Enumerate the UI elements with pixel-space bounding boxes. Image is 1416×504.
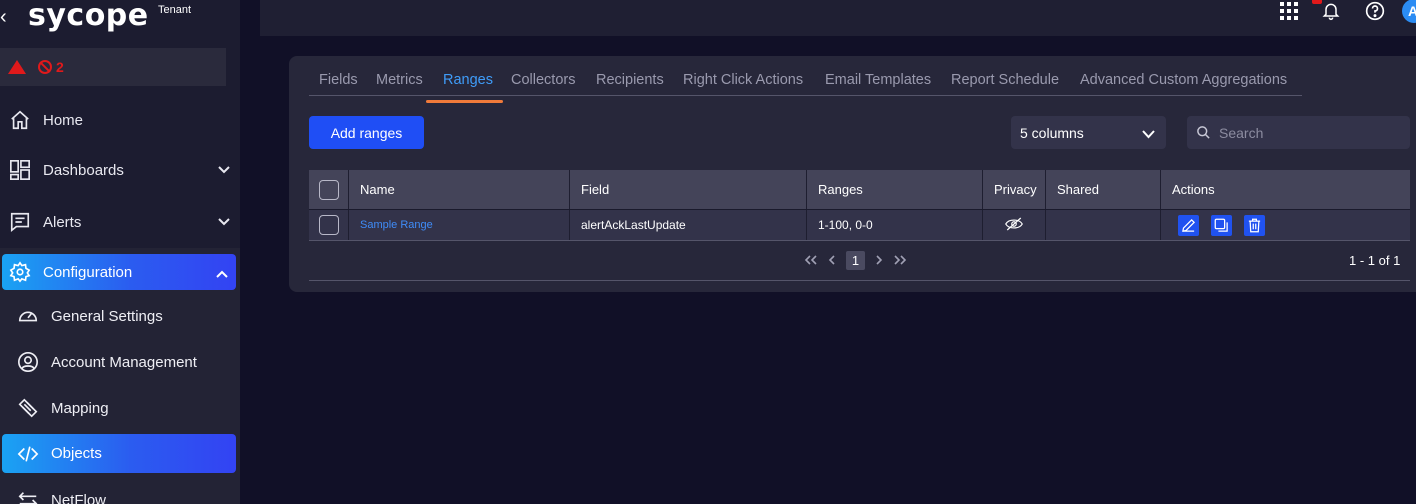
- arrows-swap-icon: [16, 488, 40, 504]
- table-divider: [309, 240, 1410, 241]
- gear-icon: [8, 260, 32, 284]
- sidebar-header: ‹ sycope Tenant: [0, 0, 240, 40]
- column-header-name[interactable]: Name: [349, 170, 570, 209]
- blocked-icon: [38, 60, 52, 74]
- collapse-chevron-icon[interactable]: ‹: [0, 6, 7, 29]
- pencil-icon: [1181, 218, 1196, 233]
- select-all-checkbox[interactable]: [319, 179, 339, 200]
- tab-advanced-custom-aggregations[interactable]: Advanced Custom Aggregations: [1080, 72, 1287, 88]
- sidebar-item-label: Configuration: [43, 263, 133, 281]
- top-bar: [260, 0, 1416, 36]
- tab-collectors[interactable]: Collectors: [511, 72, 575, 88]
- user-circle-icon: [16, 350, 40, 374]
- row-checkbox[interactable]: [319, 215, 339, 235]
- prev-page-icon[interactable]: [828, 253, 836, 268]
- column-header-privacy[interactable]: Privacy: [983, 170, 1046, 209]
- chevron-down-icon: [218, 161, 230, 178]
- row-shared-cell: [1046, 210, 1161, 240]
- tenant-label: Tenant: [158, 4, 192, 16]
- help-icon[interactable]: [1364, 0, 1386, 22]
- message-alert-icon: [8, 210, 32, 234]
- warning-icon: [8, 60, 26, 74]
- sidebar-item-label: Dashboards: [43, 161, 124, 179]
- tab-email-templates[interactable]: Email Templates: [825, 72, 931, 88]
- sidebar-item-account-management[interactable]: Account Management: [0, 344, 240, 380]
- search-icon: [1196, 125, 1211, 140]
- chevron-down-icon: [218, 213, 230, 230]
- columns-select[interactable]: 5 columns: [1011, 116, 1166, 149]
- sidebar-item-general-settings[interactable]: General Settings: [0, 298, 240, 334]
- sidebar-item-label: Home: [43, 111, 84, 129]
- tab-report-schedule[interactable]: Report Schedule: [951, 72, 1059, 88]
- column-header-ranges[interactable]: Ranges: [807, 170, 983, 209]
- sidebar-item-netflow[interactable]: NetFlow: [0, 482, 240, 504]
- tab-bar: Fields Metrics Ranges Collectors Recipie…: [309, 66, 1302, 96]
- dashboard-icon: [8, 158, 32, 182]
- home-icon: [8, 108, 32, 132]
- add-ranges-button[interactable]: Add ranges: [309, 116, 424, 149]
- tab-right-click-actions[interactable]: Right Click Actions: [683, 72, 803, 88]
- tab-metrics[interactable]: Metrics: [376, 72, 423, 88]
- tab-fields[interactable]: Fields: [319, 72, 358, 88]
- table-header: Name Field Ranges Privacy Shared Actions: [309, 170, 1410, 209]
- column-header-field[interactable]: Field: [570, 170, 807, 209]
- columns-select-value: 5 columns: [1020, 124, 1084, 141]
- sidebar-item-mapping[interactable]: Mapping: [0, 390, 240, 426]
- delete-button[interactable]: [1244, 214, 1265, 236]
- sidebar-item-configuration[interactable]: Configuration: [2, 254, 236, 290]
- duplicate-button[interactable]: [1211, 214, 1232, 236]
- sidebar-item-label: Objects: [51, 445, 102, 462]
- brand-logo[interactable]: sycope: [28, 0, 149, 33]
- sidebar-item-alerts[interactable]: Alerts: [0, 202, 240, 242]
- sidebar-item-home[interactable]: Home: [0, 100, 240, 140]
- range-name-link[interactable]: Sample Range: [360, 219, 433, 231]
- alert-count: 2: [56, 59, 64, 75]
- active-tab-indicator: [426, 100, 503, 103]
- row-ranges-cell: 1-100, 0-0: [807, 210, 983, 240]
- sidebar-item-label: General Settings: [51, 307, 163, 325]
- copy-icon: [1214, 218, 1229, 233]
- column-header-shared[interactable]: Shared: [1046, 170, 1161, 209]
- sidebar-item-label: Mapping: [51, 399, 109, 417]
- eye-off-icon: [1005, 217, 1023, 234]
- trash-icon: [1247, 218, 1262, 233]
- column-header-actions: Actions: [1172, 182, 1215, 197]
- sidebar: ‹ sycope Tenant 2 Home Dashboards Alerts: [0, 0, 240, 504]
- row-actions-cell: [1161, 210, 1410, 240]
- row-field-cell: alertAckLastUpdate: [570, 210, 807, 240]
- code-icon: [16, 442, 40, 466]
- header-checkbox-cell: [309, 170, 349, 209]
- tag-icon: [16, 396, 40, 420]
- row-privacy-cell: [983, 210, 1046, 240]
- last-page-icon[interactable]: [893, 253, 907, 268]
- tab-ranges[interactable]: Ranges: [443, 72, 493, 88]
- apps-grid-icon[interactable]: [1278, 0, 1300, 22]
- alert-summary[interactable]: 2: [0, 48, 226, 86]
- gauge-icon: [16, 304, 40, 328]
- sidebar-item-label: Alerts: [43, 213, 82, 231]
- tab-recipients[interactable]: Recipients: [596, 72, 664, 88]
- row-name-cell: Sample Range: [349, 210, 570, 240]
- sidebar-item-label: NetFlow: [51, 491, 107, 504]
- sidebar-item-dashboards[interactable]: Dashboards: [0, 150, 240, 190]
- page-number[interactable]: 1: [846, 251, 865, 270]
- chevron-down-icon: [1142, 126, 1155, 142]
- table-row: Sample Range alertAckLastUpdate 1-100, 0…: [309, 209, 1410, 240]
- search-box[interactable]: [1187, 116, 1410, 149]
- chevron-up-icon: [216, 265, 228, 282]
- bell-icon[interactable]: [1320, 0, 1342, 22]
- edit-button[interactable]: [1178, 214, 1199, 236]
- panel-divider: [309, 280, 1410, 281]
- sidebar-item-objects[interactable]: Objects: [2, 434, 236, 473]
- pagination: 1: [804, 251, 907, 270]
- first-page-icon[interactable]: [804, 253, 818, 268]
- pagination-range: 1 - 1 of 1: [1349, 253, 1401, 268]
- search-input[interactable]: [1219, 124, 1399, 141]
- sidebar-item-label: Account Management: [51, 353, 197, 371]
- next-page-icon[interactable]: [875, 253, 883, 268]
- row-checkbox-cell: [309, 210, 349, 240]
